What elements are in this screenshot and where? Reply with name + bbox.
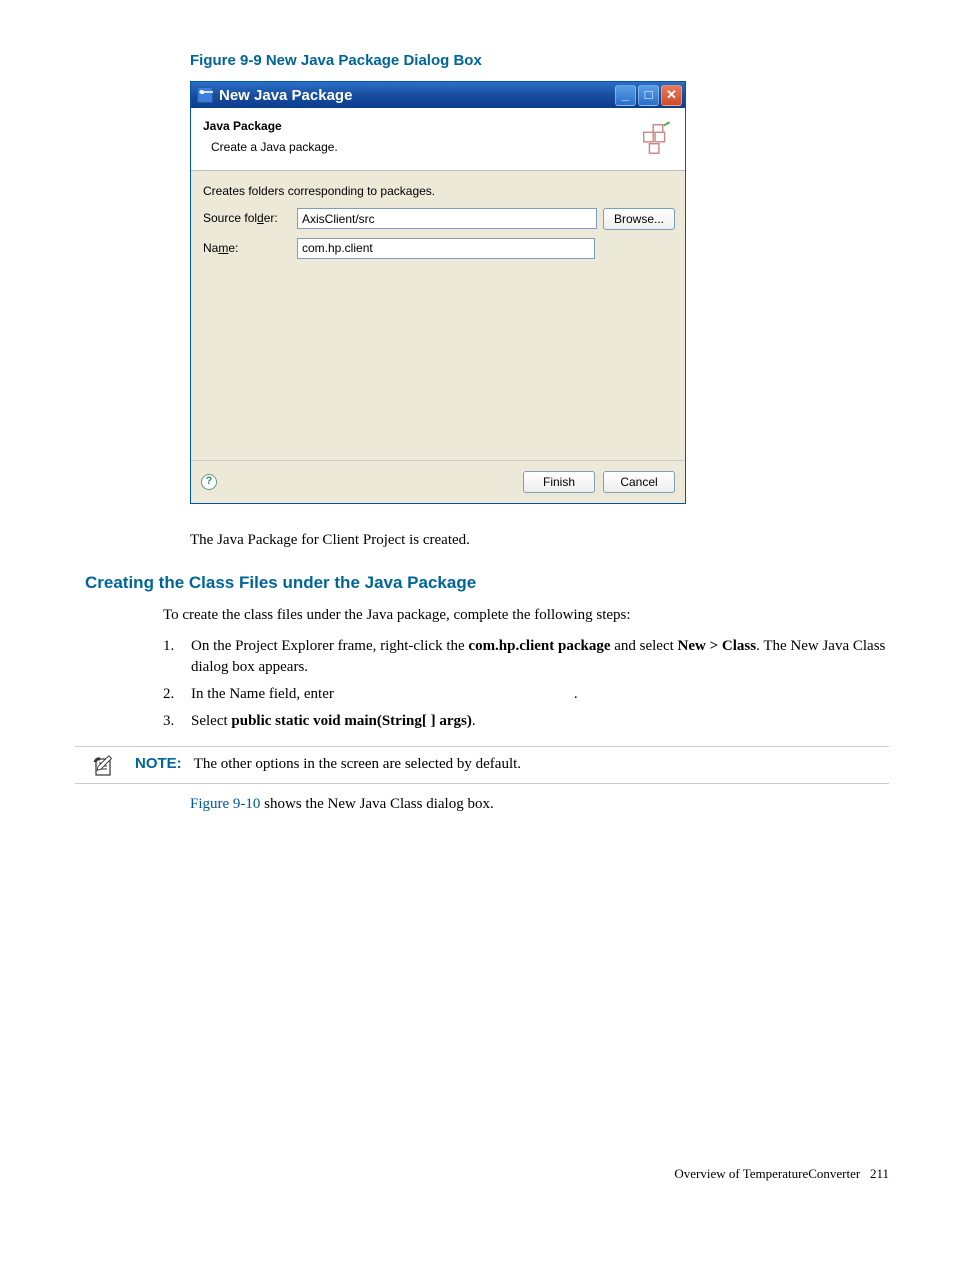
footer-text: Overview of TemperatureConverter	[674, 1166, 860, 1181]
step-text: Select public static void main(String[ ]…	[191, 711, 889, 732]
button-bar: ? Finish Cancel	[191, 460, 685, 503]
body-hint: Creates folders corresponding to package…	[203, 183, 675, 200]
name-label: Name:	[203, 240, 291, 257]
maximize-button[interactable]: □	[638, 85, 659, 106]
package-wizard-icon	[197, 87, 213, 103]
new-java-package-dialog: New Java Package _ □ ✕ Java Package Crea…	[190, 81, 686, 504]
note-icon	[75, 747, 135, 779]
name-row: Name:	[203, 238, 675, 259]
note-label: NOTE:	[135, 755, 182, 772]
steps-list: 1. On the Project Explorer frame, right-…	[163, 636, 889, 732]
step-number: 3.	[163, 711, 191, 732]
figure-link[interactable]: Figure 9-10	[190, 796, 260, 812]
help-icon[interactable]: ?	[201, 474, 217, 490]
page-footer: Overview of TemperatureConverter 211	[75, 1165, 889, 1183]
header-text: Java Package Create a Java package.	[203, 118, 637, 156]
header-description: Create a Java package.	[211, 139, 637, 156]
name-input[interactable]	[297, 238, 595, 259]
cancel-button[interactable]: Cancel	[603, 471, 675, 493]
step-text: In the Name field, enter.	[191, 684, 889, 705]
package-icon	[637, 118, 677, 158]
step-3: 3. Select public static void main(String…	[163, 711, 889, 732]
step-1: 1. On the Project Explorer frame, right-…	[163, 636, 889, 678]
after-note-text: shows the New Java Class dialog box.	[260, 796, 493, 812]
header-title: Java Package	[203, 118, 637, 135]
note-body: NOTE: The other options in the screen are…	[135, 747, 889, 783]
dialog-body: Creates folders corresponding to package…	[191, 170, 685, 460]
page-number: 211	[870, 1166, 889, 1181]
steps-intro: To create the class files under the Java…	[163, 605, 889, 626]
titlebar: New Java Package _ □ ✕	[191, 82, 685, 108]
note-block: NOTE: The other options in the screen are…	[75, 746, 889, 784]
dialog-header: Java Package Create a Java package.	[191, 108, 685, 170]
step-number: 1.	[163, 636, 191, 678]
step-2: 2. In the Name field, enter.	[163, 684, 889, 705]
source-folder-input[interactable]	[297, 208, 597, 229]
note-text: The other options in the screen are sele…	[194, 756, 521, 772]
dialog-title: New Java Package	[219, 85, 352, 106]
finish-button[interactable]: Finish	[523, 471, 595, 493]
close-button[interactable]: ✕	[661, 85, 682, 106]
paragraph-after-figure: The Java Package for Client Project is c…	[190, 530, 889, 551]
step-number: 2.	[163, 684, 191, 705]
source-folder-label: Source folder:	[203, 210, 291, 227]
minimize-button[interactable]: _	[615, 85, 636, 106]
window-buttons: _ □ ✕	[615, 85, 685, 106]
after-note-paragraph: Figure 9-10 shows the New Java Class dia…	[190, 794, 889, 815]
browse-button[interactable]: Browse...	[603, 208, 675, 230]
section-heading: Creating the Class Files under the Java …	[85, 571, 889, 595]
figure-caption: Figure 9-9 New Java Package Dialog Box	[190, 50, 889, 71]
source-folder-row: Source folder: Browse...	[203, 208, 675, 230]
step-text: On the Project Explorer frame, right-cli…	[191, 636, 889, 678]
